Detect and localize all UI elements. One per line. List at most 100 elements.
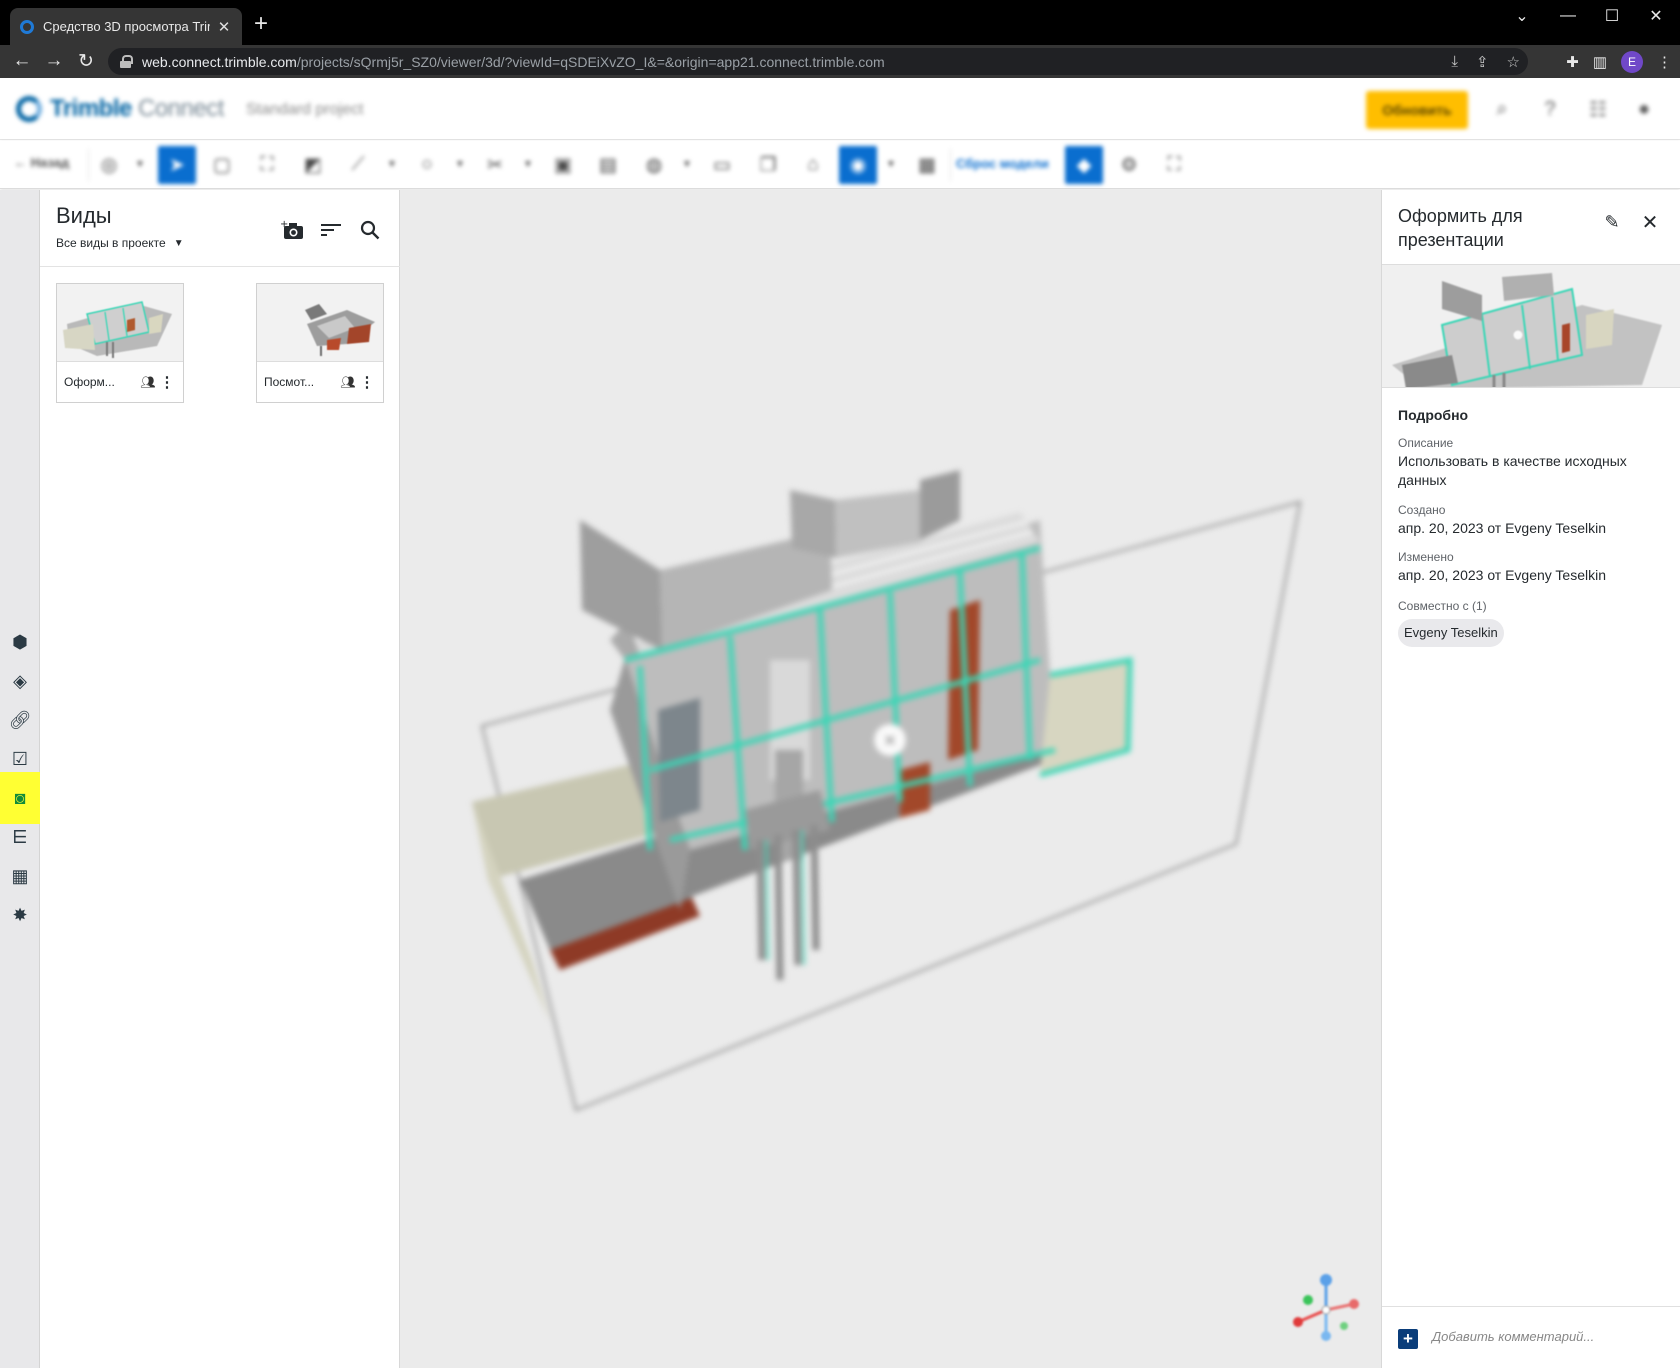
save-view-icon[interactable]: ▦: [908, 146, 946, 184]
shared-people-icon: 👥︎: [340, 375, 356, 389]
settings-gear-icon[interactable]: ⚙: [1110, 146, 1148, 184]
created-value: апр. 20, 2023 от Evgeny Teselkin: [1398, 520, 1607, 536]
fullscreen-icon[interactable]: ⛶: [1155, 146, 1193, 184]
markup-menu-caret-icon[interactable]: ▼: [455, 159, 465, 170]
more-options-icon[interactable]: ⋮: [358, 373, 376, 391]
section-plane-icon[interactable]: ▤: [589, 146, 627, 184]
measure-icon[interactable]: ⟋: [339, 146, 377, 184]
comment-icon[interactable]: ▭: [703, 146, 741, 184]
bookmark-star-icon[interactable]: ☆: [1507, 53, 1520, 71]
section-box-icon[interactable]: ▣: [544, 146, 582, 184]
properties-table-icon[interactable]: ▦: [8, 864, 32, 888]
explode-icon[interactable]: ◍: [635, 146, 673, 184]
view-thumbnail: [257, 284, 383, 362]
view-panel-icon[interactable]: ◆: [1065, 146, 1103, 184]
views-filter-dropdown[interactable]: Все виды в проекте ▼: [56, 236, 184, 250]
left-side-rail: ⬢ ◈ 🔗︎ ☑ ◙ ⋿ ▦ ✸: [0, 190, 55, 1368]
profile-avatar[interactable]: E: [1621, 50, 1643, 73]
search-icon[interactable]: ⌕: [1490, 97, 1514, 121]
url-text: web.connect.trimble.com/projects/sQrmj5r…: [142, 54, 885, 70]
close-panel-icon[interactable]: ✕: [1638, 210, 1662, 234]
section-tool-icon[interactable]: ✂: [476, 146, 514, 184]
share-icon[interactable]: ⇪: [1476, 53, 1489, 71]
add-view-camera-icon[interactable]: +: [278, 216, 306, 244]
views-camera-icon[interactable]: ◙: [8, 786, 32, 810]
comment-bar: + Добавить комментарий...: [1382, 1306, 1680, 1368]
browser-tab[interactable]: Средство 3D просмотра Trimble Connect ✕: [10, 8, 242, 45]
explode-menu-caret-icon[interactable]: ▼: [682, 159, 692, 170]
visibility-toggle-icon[interactable]: ◩: [294, 146, 332, 184]
more-options-icon[interactable]: ⋮: [158, 373, 176, 391]
view-card-footer: Оформ... 👥︎ ⋮: [57, 362, 183, 402]
comment-input[interactable]: Добавить комментарий...: [1432, 1329, 1594, 1344]
search-views-icon[interactable]: [356, 216, 384, 244]
edit-pencil-icon[interactable]: ✎: [1600, 210, 1624, 234]
url-path: /projects/sQrmj5r_SZ0/viewer/3d/?viewId=…: [296, 53, 885, 70]
user-account-icon[interactable]: ●: [1632, 97, 1656, 121]
add-comment-icon[interactable]: +: [1398, 1329, 1418, 1349]
views-filter-label: Все виды в проекте: [56, 236, 166, 250]
window-minimize-icon[interactable]: —: [1544, 0, 1592, 32]
help-icon[interactable]: ?: [1538, 97, 1562, 121]
trimble-logo-icon: [16, 96, 42, 122]
tab-search-icon[interactable]: ⌄: [1498, 0, 1546, 32]
new-tab-icon[interactable]: +: [254, 10, 268, 38]
apps-grid-icon[interactable]: ☷: [1586, 97, 1610, 121]
models-cube-icon[interactable]: ⬢: [8, 630, 32, 654]
tab-close-icon[interactable]: ✕: [216, 18, 232, 36]
url-input[interactable]: web.connect.trimble.com/projects/sQrmj5r…: [108, 48, 1528, 75]
browser-address-bar: ← → ↻ web.connect.trimble.com/projects/s…: [0, 45, 1680, 78]
select-pointer-icon[interactable]: ➤: [158, 146, 196, 184]
browser-menu-icon[interactable]: ⋮: [1657, 53, 1672, 71]
views-panel: Виды Все виды в проекте ▼ + Оформ... 👥︎ …: [40, 190, 400, 1368]
measure-menu-caret-icon[interactable]: ▼: [387, 159, 397, 170]
shared-user-chip[interactable]: Evgeny Teselkin: [1398, 619, 1504, 647]
reload-icon[interactable]: ↻: [70, 45, 102, 77]
lock-toolbar-icon[interactable]: ⌂: [794, 146, 832, 184]
views-panel-title: Виды: [56, 203, 112, 228]
modified-label: Изменено: [1398, 550, 1454, 564]
fit-selection-icon[interactable]: ⛶: [248, 146, 286, 184]
layers-icon[interactable]: ◈: [8, 669, 32, 693]
box-select-icon[interactable]: ▢: [203, 146, 241, 184]
3d-viewport[interactable]: ✕: [400, 190, 1381, 1368]
toolbar-divider: [88, 149, 89, 181]
markup-circle-icon[interactable]: ○: [408, 146, 446, 184]
extensions-puzzle-icon[interactable]: ✚: [1566, 53, 1579, 71]
logo-secondary: Connect: [131, 95, 224, 122]
building-model[interactable]: ✕: [400, 190, 1381, 1368]
browser-tab-title: Средство 3D просмотра Trimble Connect: [43, 19, 210, 34]
section-menu-caret-icon[interactable]: ▼: [523, 159, 533, 170]
trimble-connect-logo[interactable]: Trimble Connect: [16, 95, 224, 123]
ghost-mode-icon[interactable]: ◉: [839, 146, 877, 184]
link-icon[interactable]: 🔗︎: [8, 708, 32, 732]
window-maximize-icon[interactable]: ☐: [1588, 0, 1636, 32]
view-card[interactable]: Оформ... 👥︎ ⋮: [56, 283, 184, 403]
navigation-gizmo[interactable]: [1286, 1270, 1366, 1350]
trimble-favicon-icon: [20, 19, 34, 34]
back-arrow-icon[interactable]: ←: [6, 45, 38, 77]
clash-gear-icon[interactable]: ✸: [8, 903, 32, 927]
shared-with-label: Совместно с (1): [1398, 599, 1487, 613]
ghost-menu-caret-icon[interactable]: ▼: [886, 159, 896, 170]
logo-text: Trimble Connect: [50, 95, 224, 123]
forward-arrow-icon[interactable]: →: [38, 45, 70, 77]
project-name[interactable]: Standard project: [246, 101, 363, 119]
browser-extension-area: ✚ ▥ E ⋮: [1566, 45, 1672, 78]
todo-clipboard-icon[interactable]: ☑: [8, 747, 32, 771]
layers-stack-icon[interactable]: ❐: [749, 146, 787, 184]
modified-value: апр. 20, 2023 от Evgeny Teselkin: [1398, 567, 1607, 583]
shared-people-icon: 👥︎: [140, 375, 156, 389]
sort-icon[interactable]: [317, 216, 345, 244]
orbit-icon[interactable]: ◎: [90, 146, 128, 184]
organizer-tree-icon[interactable]: ⋿: [8, 825, 32, 849]
logo-primary: Trimble: [50, 95, 132, 122]
reset-model-button[interactable]: Сброс модели: [956, 156, 1049, 171]
orbit-menu-caret-icon[interactable]: ▼: [135, 159, 145, 170]
side-panel-icon[interactable]: ▥: [1593, 53, 1607, 71]
back-button[interactable]: ← Назад: [14, 155, 69, 170]
view-card[interactable]: Посмот... 👥︎ ⋮: [256, 283, 384, 403]
window-close-icon[interactable]: ✕: [1632, 0, 1680, 32]
upgrade-button[interactable]: Обновить: [1366, 91, 1468, 129]
install-app-icon[interactable]: ⤓: [1451, 53, 1458, 70]
